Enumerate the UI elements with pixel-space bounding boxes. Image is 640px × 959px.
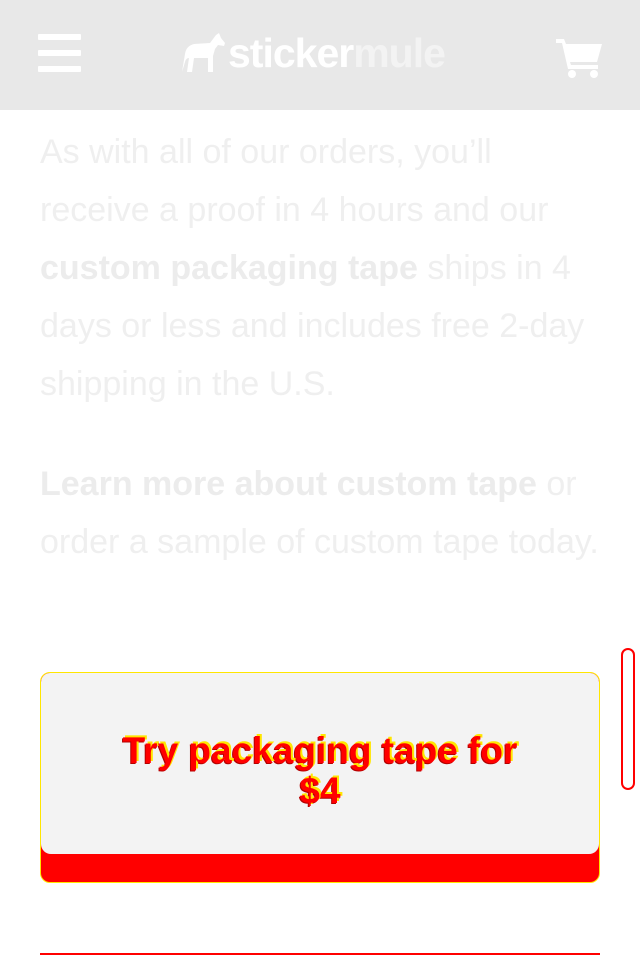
scrollbar-thumb[interactable] (625, 660, 631, 780)
logo-text-sticker: sticker (228, 29, 354, 76)
shipping-info-paragraph: As with all of our orders, you’ll receiv… (40, 123, 610, 413)
top-header: stickermule (0, 0, 640, 110)
learn-more-custom-tape-link[interactable]: Learn more about custom tape (40, 465, 537, 503)
custom-packaging-tape-bold: custom packaging tape (40, 249, 418, 287)
section-divider (40, 953, 600, 955)
hamburger-menu-icon[interactable] (38, 34, 82, 74)
sticker-mule-logo[interactable]: stickermule (180, 28, 446, 78)
try-packaging-tape-button[interactable]: Try packaging tape for $4 (40, 672, 600, 883)
learn-more-paragraph: Learn more about custom tape or order a … (40, 455, 610, 571)
cta-button-face: Try packaging tape for $4 (41, 673, 599, 854)
cta-button-label: Try packaging tape for $4 (122, 729, 518, 811)
shopping-cart-icon[interactable] (556, 36, 604, 78)
mule-horse-icon (182, 33, 225, 72)
scrollbar[interactable] (621, 648, 635, 790)
shipping-info-text-1: As with all of our orders, you’ll receiv… (40, 133, 549, 229)
logo-text-mule: mule (353, 29, 446, 76)
